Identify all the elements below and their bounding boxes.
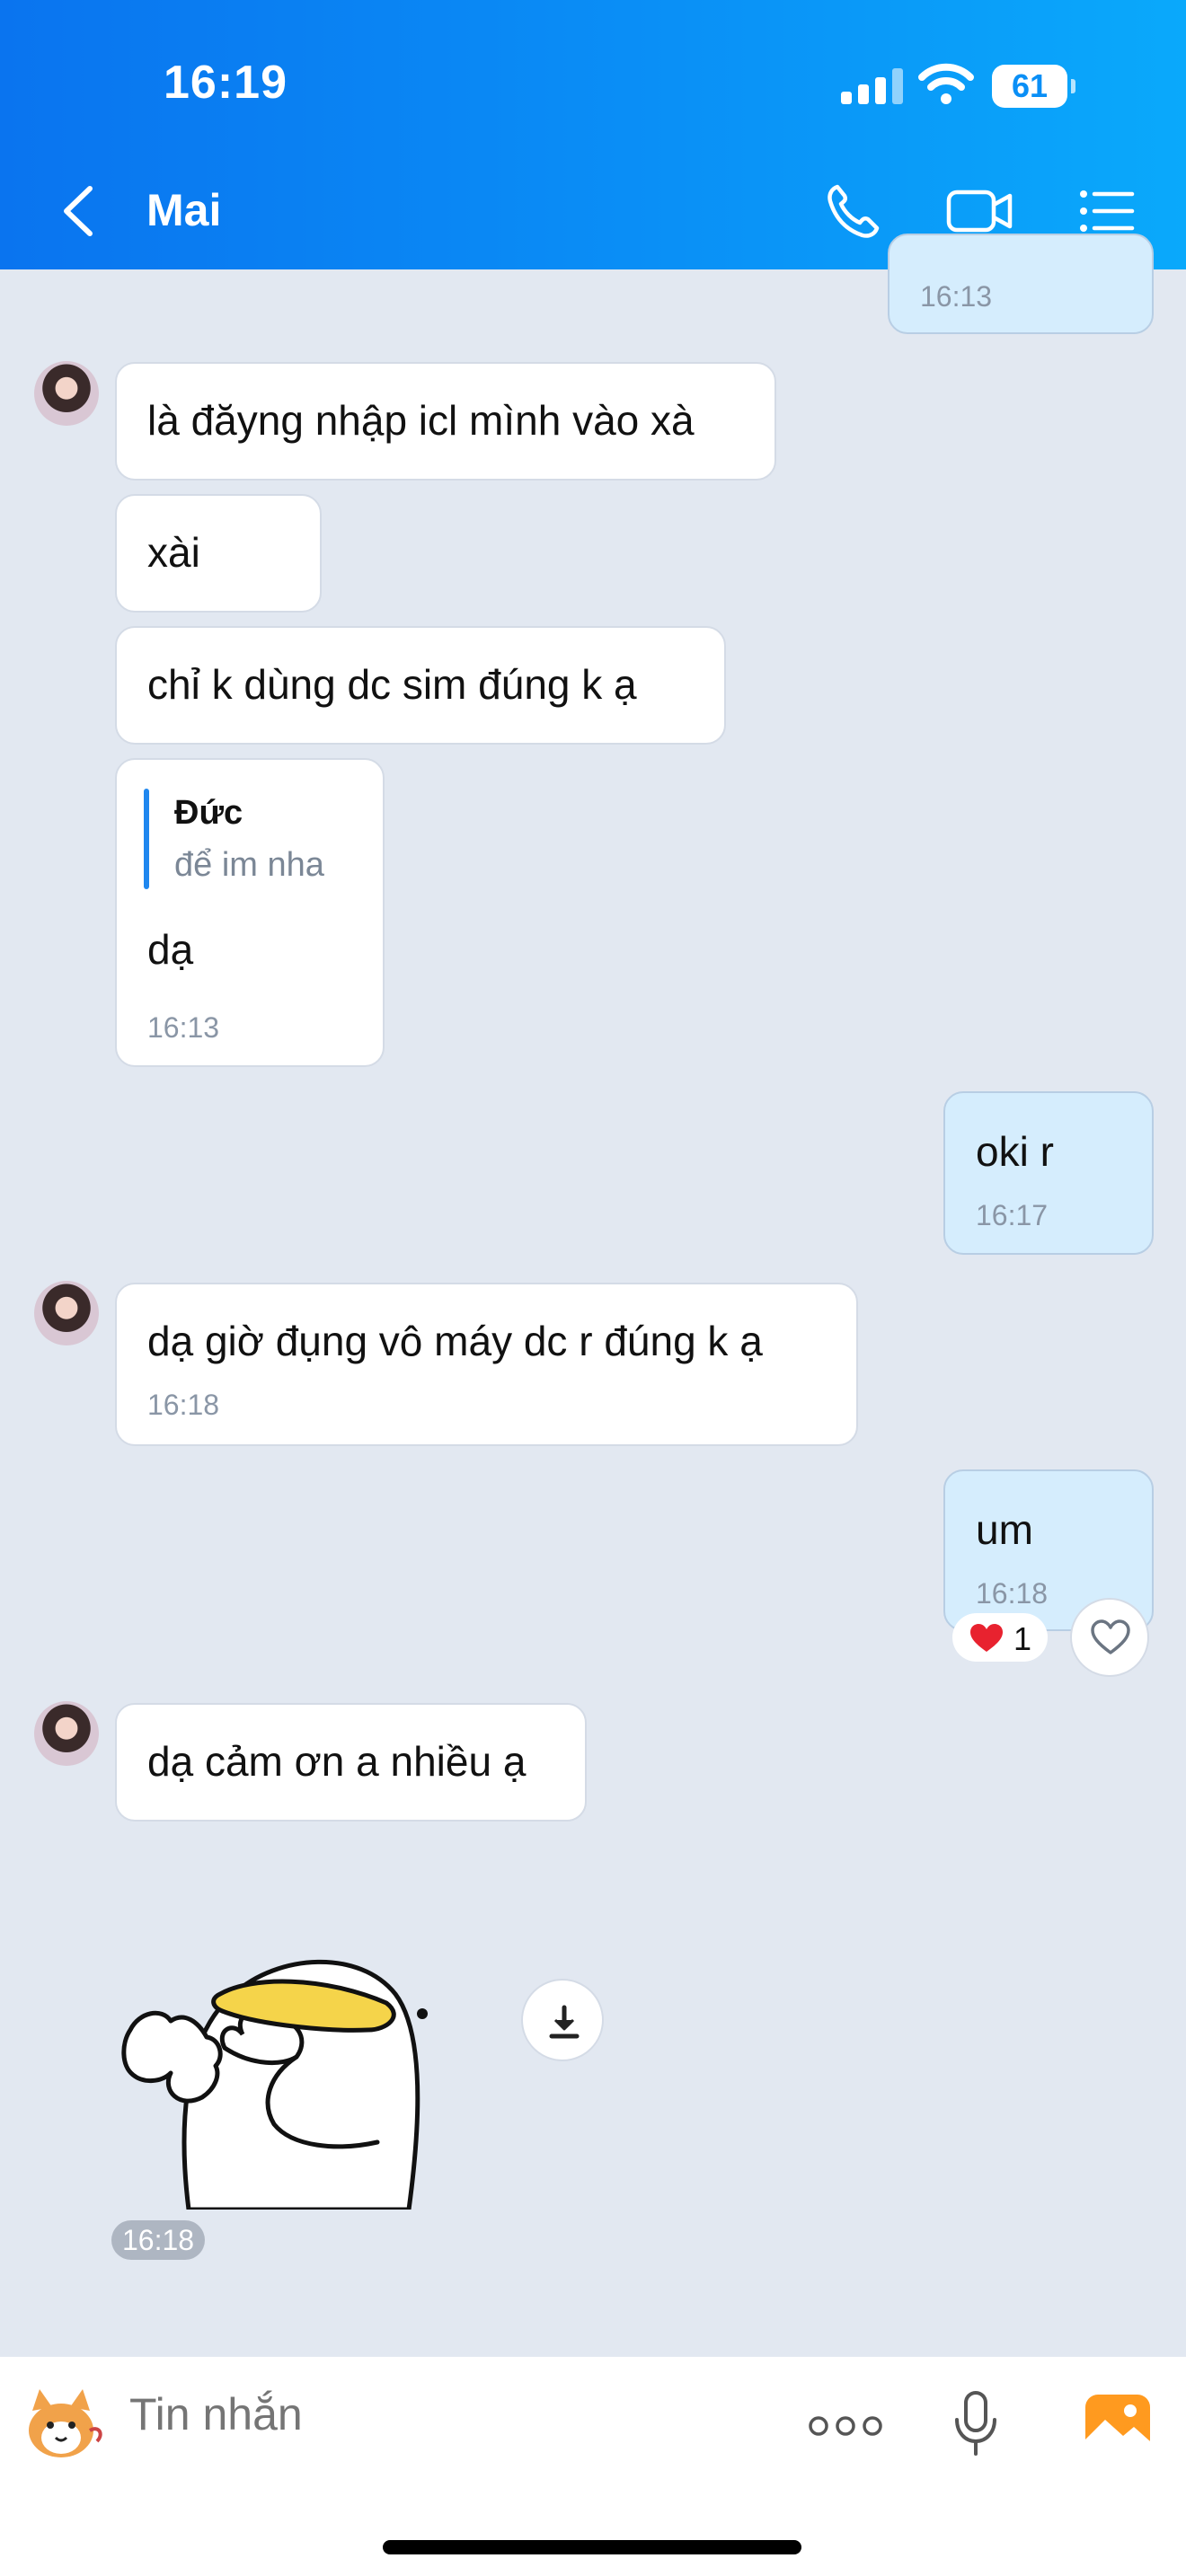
message-text: oki r bbox=[976, 1128, 1054, 1175]
message-time: 16:18 bbox=[976, 1577, 1049, 1610]
message-bubble-incoming[interactable]: là đăyng nhập icl mình vào xà bbox=[115, 362, 776, 481]
gallery-icon[interactable] bbox=[1084, 2393, 1152, 2454]
wifi-icon bbox=[918, 63, 974, 104]
sticker-time: 16:18 bbox=[111, 2220, 206, 2260]
message-text: là đăyng nhập icl mình vào xà bbox=[147, 397, 695, 444]
message-bubble-incoming[interactable]: xài bbox=[115, 494, 322, 613]
message-text: dạ cảm ơn a nhiều ạ bbox=[147, 1738, 527, 1785]
contact-avatar[interactable] bbox=[34, 1281, 99, 1345]
reaction-count: 1 bbox=[1013, 1620, 1032, 1657]
phone-icon[interactable] bbox=[821, 180, 884, 243]
message-text: dạ bbox=[147, 926, 194, 973]
reaction-badge[interactable]: 1 bbox=[952, 1613, 1048, 1662]
message-time: 16:18 bbox=[147, 1389, 220, 1421]
more-icon[interactable] bbox=[807, 2413, 884, 2439]
sticker-icon[interactable] bbox=[20, 2384, 106, 2465]
contact-avatar[interactable] bbox=[34, 1701, 99, 1766]
message-bubble-incoming[interactable]: chỉ k dùng dc sim đúng k ạ bbox=[115, 626, 726, 745]
message-bubble-incoming-reply[interactable]: Đức để im nha dạ 16:13 bbox=[115, 758, 385, 1067]
quoted-sender: Đức bbox=[174, 794, 243, 832]
message-bubble-incoming[interactable]: dạ giờ đụng vô máy dc r đúng k ạ 16:18 bbox=[115, 1283, 858, 1446]
microphone-icon[interactable] bbox=[951, 2389, 1001, 2457]
message-time: 16:13 bbox=[920, 280, 993, 313]
back-icon[interactable] bbox=[52, 180, 106, 243]
message-text: xài bbox=[147, 529, 200, 576]
message-bubble-incoming[interactable]: dạ cảm ơn a nhiều ạ bbox=[115, 1703, 587, 1822]
status-time: 16:19 bbox=[164, 57, 288, 109]
download-icon bbox=[549, 2005, 580, 2039]
message-bubble-outgoing[interactable]: 16:13 bbox=[888, 234, 1154, 334]
battery-indicator: 61 bbox=[992, 65, 1075, 108]
download-button[interactable] bbox=[521, 1979, 604, 2061]
chat-header: 16:19 61 Mai bbox=[0, 0, 1186, 269]
message-text: um bbox=[976, 1506, 1033, 1553]
signal-icon bbox=[841, 68, 904, 104]
duck-sticker[interactable] bbox=[117, 1931, 476, 2210]
message-text: chỉ k dùng dc sim đúng k ạ bbox=[147, 661, 637, 708]
quote-bar bbox=[144, 789, 149, 889]
quoted-text: để im nha bbox=[174, 846, 324, 884]
message-text: dạ giờ đụng vô máy dc r đúng k ạ bbox=[147, 1318, 763, 1364]
heart-outline-icon bbox=[1091, 1619, 1130, 1654]
message-input[interactable] bbox=[128, 2387, 670, 2441]
message-bubble-outgoing[interactable]: oki r 16:17 bbox=[943, 1091, 1154, 1255]
home-indicator bbox=[383, 2540, 801, 2554]
heart-icon bbox=[970, 1624, 1003, 1652]
message-time: 16:17 bbox=[976, 1199, 1049, 1231]
like-button[interactable] bbox=[1070, 1598, 1149, 1677]
contact-name[interactable]: Mai bbox=[146, 184, 221, 236]
message-time: 16:13 bbox=[147, 1011, 220, 1044]
contact-avatar[interactable] bbox=[34, 361, 99, 426]
